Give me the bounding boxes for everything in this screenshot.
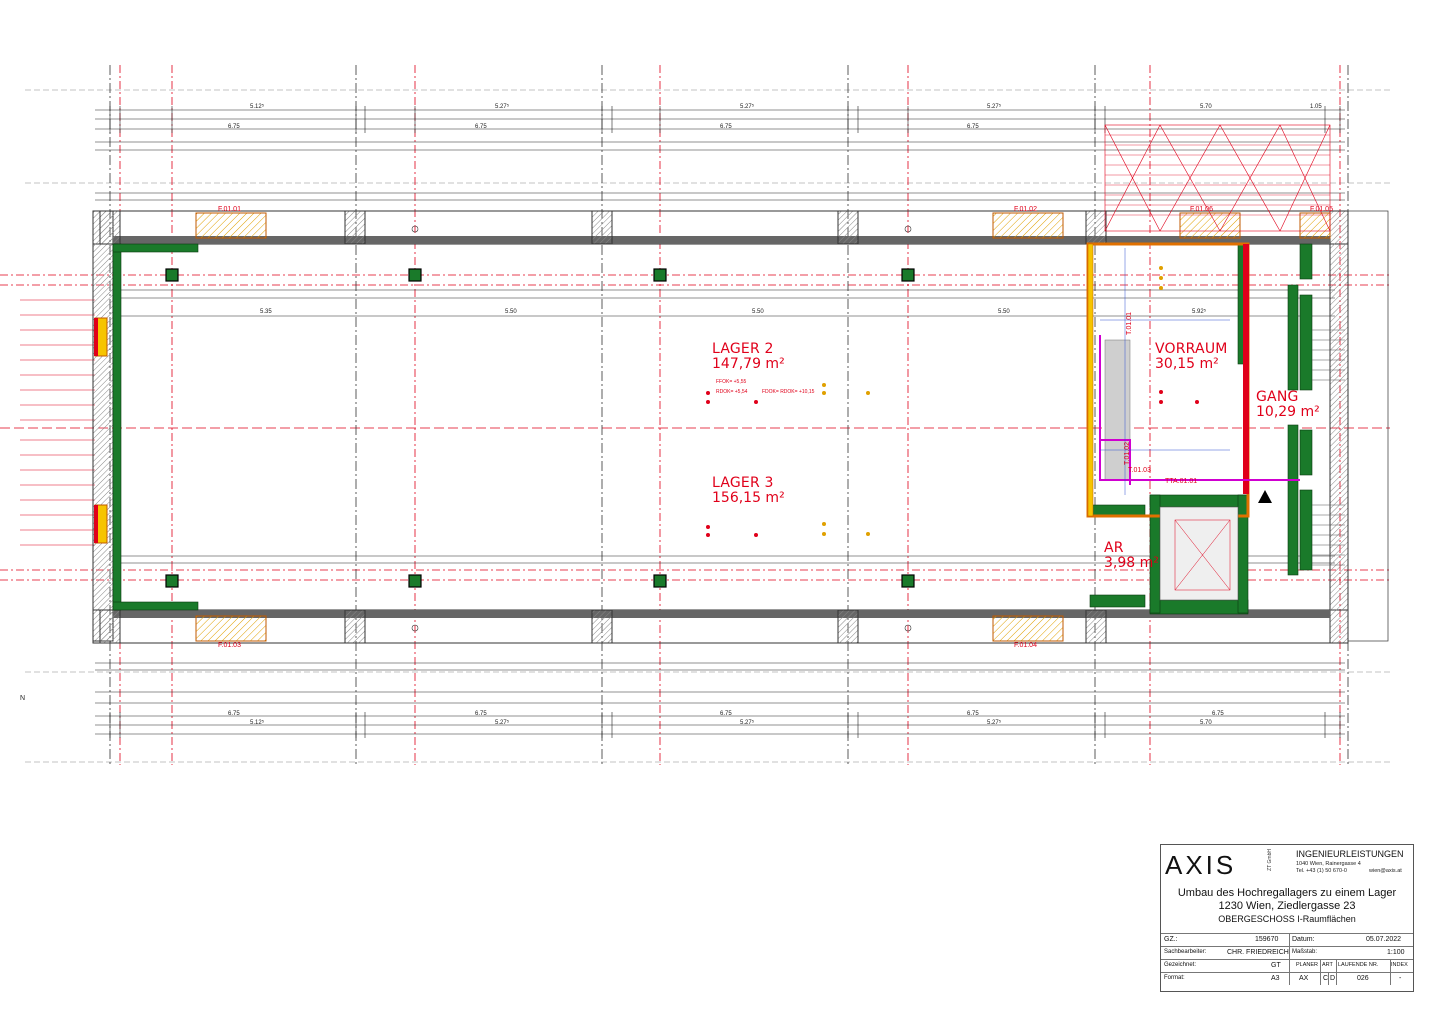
company-form: ZT GmbH [1267, 849, 1273, 871]
svg-text:N: N [20, 695, 25, 702]
dim-inner-2: 5.50 [505, 309, 517, 315]
gezeichnet-value: GT [1271, 962, 1281, 969]
art-d: D [1330, 975, 1336, 982]
dim-bottom-2: 6.75 [475, 711, 487, 717]
dim-inner-3: 5.50 [752, 309, 764, 315]
drawing-title: OBERGESCHOSS I-Raumflächen [1218, 914, 1356, 924]
dim-top-6: 1.05 [1310, 104, 1322, 110]
company-subtitle: INGENIEURLEISTUNGEN [1296, 849, 1404, 859]
project-info: Umbau des Hochregallagers zu einem Lager… [1161, 887, 1413, 926]
room-gang: GANG 10,29 m² [1256, 390, 1320, 419]
dim-inner-1: 5.35 [260, 309, 272, 315]
room-lager-3: LAGER 3 156,15 m² [712, 476, 785, 505]
laufende-nr-label: LAUFENDE NR. [1338, 962, 1379, 968]
door-tag-t0102: T.01.02 [1123, 442, 1131, 465]
gz-label: GZ.: [1164, 936, 1178, 943]
dim-bottom-10: 5.70 [1200, 720, 1212, 726]
dim-bottom-1: 6.75 [228, 711, 240, 717]
windows [94, 212, 1331, 642]
level-note-rdok: RDOK= +5,54 [716, 389, 748, 395]
dim-top-7: 6.75 [228, 124, 240, 130]
room-lager-2: LAGER 2 147,79 m² [712, 342, 785, 371]
level-note-fdok: FDOK= RDOK= +10,15 [762, 389, 815, 395]
dim-top-3: 5.27⁵ [740, 104, 755, 110]
gz-value: 159670 [1255, 936, 1279, 943]
laufende-nr-value: 026 [1357, 975, 1369, 982]
room-name: LAGER 2 [712, 341, 774, 357]
dim-inner-5: 5.92⁵ [1192, 309, 1207, 315]
dim-bottom-4: 6.75 [967, 711, 979, 717]
door-tag-t0101: T.01.01 [1125, 312, 1133, 335]
door-tag-tta0101: TTA.01.01 [1165, 478, 1198, 485]
dim-top-9: 6.75 [720, 124, 732, 130]
dim-bottom-8: 5.27⁵ [740, 720, 755, 726]
room-area: 147,79 m² [712, 355, 785, 372]
company-phone: Tel. +43 (1) 50 670-0 [1296, 868, 1347, 874]
dim-top-1: 5.12⁵ [250, 104, 265, 110]
title-block: AXIS ZT GmbH INGENIEURLEISTUNGEN 1040 Wi… [1160, 844, 1414, 992]
room-vorraum: VORRAUM 30,15 m² [1155, 342, 1228, 371]
dim-bottom-9: 5.27⁵ [987, 720, 1002, 726]
dim-top-10: 6.75 [967, 124, 979, 130]
room-name: GANG [1256, 389, 1299, 405]
project-title: Umbau des Hochregallagers zu einem Lager [1177, 887, 1397, 899]
window-tag-f0106: F.01.06 [1190, 206, 1213, 213]
massstab-label: Maßstab: [1292, 949, 1318, 955]
room-ar: AR 3,98 m² [1104, 541, 1159, 570]
room-name: LAGER 3 [712, 475, 774, 491]
company-logo: AXIS [1165, 850, 1237, 880]
room-area: 3,98 m² [1104, 554, 1159, 571]
datum-value: 05.07.2022 [1366, 936, 1402, 943]
dim-bottom-5: 6.75 [1212, 711, 1224, 717]
room-area: 156,15 m² [712, 489, 785, 506]
art-label: ART [1322, 962, 1333, 968]
gezeichnet-label: Gezeichnet: [1164, 962, 1197, 968]
massstab-value: 1:100 [1387, 949, 1405, 956]
row-sachbearbeiter: Sachbearbeiter: CHR. FRIEDREICH Maßstab:… [1161, 946, 1413, 959]
room-name: AR [1104, 540, 1124, 556]
company-address: 1040 Wien, Rainergasse 4 [1296, 861, 1361, 867]
index-label: INDEX [1391, 962, 1408, 968]
row-format: Format: A3 AX C D 026 - [1161, 972, 1413, 985]
dim-top-4: 5.27⁵ [987, 104, 1002, 110]
ar-inner [1159, 506, 1239, 601]
window-tag-f0104: F.01.04 [1014, 642, 1037, 649]
window-tag-f0101: F.01.01 [218, 206, 241, 213]
axis-lines-red [0, 65, 1390, 765]
reference-lines [25, 89, 1390, 763]
dim-inner-4: 5.50 [998, 309, 1010, 315]
room-area: 10,29 m² [1256, 403, 1320, 420]
row-gezeichnet: Gezeichnet: GT PLANER ART LAUFENDE NR. I… [1161, 959, 1413, 972]
dimension-lines [95, 109, 1345, 735]
window-tag-f0105: F.01.05 [1310, 206, 1333, 213]
door-tag-t0103: T.01.03 [1128, 467, 1151, 474]
format-label: Format: [1164, 975, 1185, 981]
window-tag-f0102: F.01.02 [1014, 206, 1037, 213]
dim-top-2: 5.27⁵ [495, 104, 510, 110]
room-area: 30,15 m² [1155, 355, 1219, 372]
pilasters [99, 210, 1107, 644]
dim-bottom-7: 5.27⁵ [495, 720, 510, 726]
sachbearbeiter-label: Sachbearbeiter: [1164, 949, 1207, 955]
dim-top-5: 5.70 [1200, 104, 1212, 110]
dim-bottom-6: 5.12⁵ [250, 720, 265, 726]
sachbearbeiter-value: CHR. FRIEDREICH [1227, 949, 1289, 956]
planer-label: PLANER [1296, 962, 1319, 968]
dim-top-8: 6.75 [475, 124, 487, 130]
room-name: VORRAUM [1155, 341, 1228, 357]
planer-value: AX [1299, 975, 1309, 982]
window-tag-f0103: F.01.03 [218, 642, 241, 649]
index-value: - [1399, 975, 1402, 982]
dim-bottom-3: 6.75 [720, 711, 732, 717]
project-address: 1230 Wien, Ziedlergasse 23 [1218, 900, 1356, 912]
row-gz: GZ.: 159670 Datum: 05.07.2022 [1161, 933, 1413, 946]
company-email: wien@axis.at [1369, 868, 1402, 874]
format-value: A3 [1271, 975, 1280, 982]
datum-label: Datum: [1292, 936, 1315, 943]
level-note-ffok: FFOK= +5,55 [716, 379, 747, 385]
